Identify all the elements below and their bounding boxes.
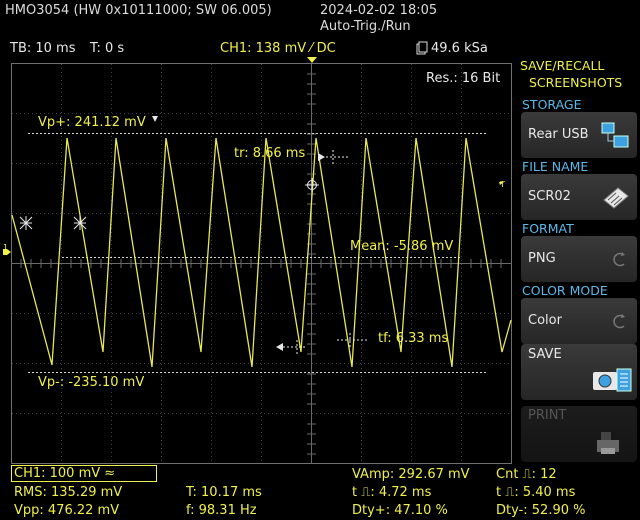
vp-plus-label: Vp+: 241.12 mV bbox=[38, 115, 146, 130]
rise-time-label: tr: 8.66 ms bbox=[234, 146, 306, 161]
marker-x-left bbox=[19, 216, 33, 230]
format-value: PNG bbox=[528, 251, 556, 266]
menu-title-line2: SCREENSHOTS bbox=[529, 75, 623, 90]
duty-plus-value: Dty+: 47.10 % bbox=[352, 503, 448, 518]
storage-button[interactable]: Rear USB bbox=[521, 112, 637, 158]
cursor-top-icon bbox=[152, 116, 158, 122]
print-label: PRINT bbox=[528, 408, 567, 423]
keyboard-icon bbox=[600, 182, 632, 212]
menu-title-line1: SAVE/RECALL bbox=[520, 58, 605, 73]
save-button[interactable]: SAVE bbox=[521, 344, 637, 400]
printer-icon bbox=[595, 430, 627, 460]
marker-x-second bbox=[73, 216, 87, 230]
filename-heading: FILE NAME bbox=[522, 159, 589, 174]
trigger-marker-label: T bbox=[500, 180, 505, 189]
vpp-value: Vpp: 476.22 mV bbox=[14, 503, 120, 518]
neg-pulse-value: t ⎍: 4.72 ms bbox=[352, 485, 432, 500]
resolution-label: Res.: 16 Bit bbox=[426, 71, 501, 86]
vamp-value: VAmp: 292.67 mV bbox=[352, 467, 470, 482]
colormode-button[interactable]: Color bbox=[521, 298, 637, 344]
rise-arrow-icon bbox=[318, 153, 325, 161]
count-value: Cnt ⎍: 12 bbox=[496, 467, 557, 482]
filename-value: SCR02 bbox=[528, 189, 571, 204]
storage-value: Rear USB bbox=[528, 127, 589, 142]
fall-time-label: tf: 6.33 ms bbox=[378, 331, 449, 346]
ch1-marker-label: 1 bbox=[3, 243, 9, 252]
colormode-heading: COLOR MODE bbox=[522, 283, 608, 298]
pos-pulse-value: t ⎍: 5.40 ms bbox=[496, 485, 576, 500]
camera-icon bbox=[591, 366, 633, 396]
storage-heading: STORAGE bbox=[522, 97, 582, 112]
print-button[interactable]: PRINT bbox=[521, 406, 637, 462]
trigger-position-icon bbox=[307, 57, 317, 63]
rms-value: RMS: 135.29 mV bbox=[14, 485, 123, 500]
rotary-knob-icon bbox=[600, 306, 632, 336]
filename-button[interactable]: SCR02 bbox=[521, 174, 637, 220]
ch1-scale: CH1: 100 mV ≈ bbox=[14, 466, 116, 481]
save-label: SAVE bbox=[528, 347, 562, 362]
fall-cursor-right bbox=[337, 333, 367, 347]
period-value: T: 10.17 ms bbox=[186, 485, 262, 500]
fall-arrow-icon bbox=[276, 343, 283, 351]
mean-label: Mean: -5.86 mV bbox=[350, 239, 454, 254]
duty-minus-value: Dty-: 52.90 % bbox=[496, 503, 586, 518]
format-heading: FORMAT bbox=[522, 221, 574, 236]
rotary-knob-icon bbox=[600, 244, 632, 274]
colormode-value: Color bbox=[528, 313, 562, 328]
frequency-value: f: 98.31 Hz bbox=[186, 503, 257, 518]
format-button[interactable]: PNG bbox=[521, 236, 637, 282]
ch1-scale-box[interactable]: CH1: 100 mV ≈ bbox=[11, 465, 157, 482]
usb-folder-icon bbox=[600, 120, 632, 150]
vp-minus-label: Vp-: -235.10 mV bbox=[38, 375, 145, 390]
